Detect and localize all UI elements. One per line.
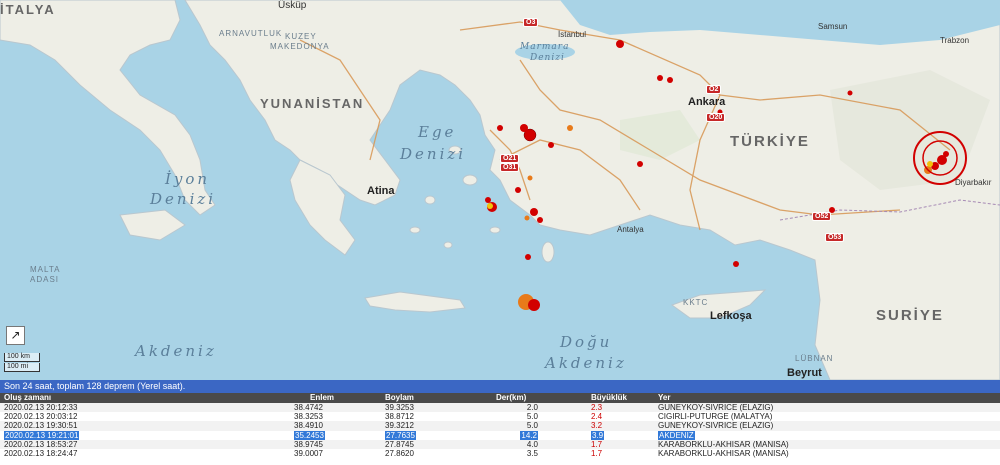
cell-lon: 39.3253 bbox=[385, 403, 414, 412]
malta-label-1: MALTA bbox=[30, 265, 61, 274]
cell-place: AKDENIZ bbox=[658, 430, 695, 441]
table-row[interactable]: 2020.02.13 19:30:51 38.4910 39.3212 5.0 … bbox=[0, 421, 1000, 431]
cell-depth: 5.0 bbox=[526, 412, 538, 422]
sea-label-east-med-1: Doğu bbox=[560, 333, 613, 351]
cell-depth: 5.0 bbox=[526, 421, 538, 431]
cell-time: 2020.02.13 19:30:51 bbox=[4, 421, 78, 431]
column-header-place[interactable]: Yer bbox=[658, 393, 670, 403]
country-label-north-macedonia-2: MAKEDONYA bbox=[270, 42, 330, 51]
cell-depth: 2.0 bbox=[526, 403, 538, 412]
expand-arrow-icon[interactable]: ↗ bbox=[6, 326, 25, 345]
earthquake-map-app: İTALYA YUNANİSTAN TÜRKİYE SURİYE KUZEY M… bbox=[0, 0, 1000, 465]
cell-lat: 38.3253 bbox=[294, 412, 323, 422]
cell-place: CIGIRLI-PUTURGE (MALATYA) bbox=[658, 412, 773, 422]
column-header-depth[interactable]: Der(km) bbox=[496, 393, 526, 403]
cell-place: KARABORKLU-AKHISAR (MANISA) bbox=[658, 439, 789, 449]
cell-place: GUNEYKOY-SIVRICE (ELAZIG) bbox=[658, 421, 774, 431]
scale-mi: 100 mi bbox=[4, 363, 40, 372]
cell-depth: 4.0 bbox=[526, 439, 538, 449]
highway-badge-o31: O31 bbox=[500, 163, 520, 172]
cell-lat: 35.2453 bbox=[294, 430, 325, 441]
cell-depth: 3.5 bbox=[526, 448, 538, 458]
cell-mag: 3.2 bbox=[591, 421, 603, 431]
panel-title: Son 24 saat, toplam 128 deprem (Yerel sa… bbox=[0, 380, 1000, 393]
sea-label-marmara-2: Denizi bbox=[530, 53, 565, 63]
cell-lat: 38.4742 bbox=[294, 403, 323, 412]
city-label-antalya: Antalya bbox=[617, 225, 644, 234]
cell-mag: 2.4 bbox=[591, 412, 603, 422]
cell-place: KARABORKLU-AKHISAR (MANISA) bbox=[658, 448, 789, 458]
cell-lat: 38.9745 bbox=[294, 439, 323, 449]
table-row[interactable]: 2020.02.13 18:24:47 39.0007 27.8620 3.5 … bbox=[0, 449, 1000, 458]
city-label-ankara: Ankara bbox=[688, 96, 726, 108]
cell-time: 2020.02.13 18:24:47 bbox=[4, 448, 78, 458]
sea-label-marmara-1: Marmara bbox=[520, 42, 570, 52]
city-label-diyarbakir: Diyarbakır bbox=[955, 178, 992, 187]
cell-time: 2020.02.13 20:03:12 bbox=[4, 412, 78, 422]
map-view[interactable]: İTALYA YUNANİSTAN TÜRKİYE SURİYE KUZEY M… bbox=[0, 0, 1000, 380]
cell-lat: 38.4910 bbox=[294, 421, 323, 431]
country-label-greece: YUNANİSTAN bbox=[260, 96, 365, 111]
table-header: Oluş zamanı Enlem Boylam Der(km) Büyüklü… bbox=[0, 393, 1000, 403]
cell-mag: 1.7 bbox=[591, 448, 603, 458]
cell-mag: 1.7 bbox=[591, 439, 603, 449]
cell-time: 2020.02.13 18:53:27 bbox=[4, 439, 78, 449]
country-label-syria: SURİYE bbox=[876, 307, 944, 324]
cell-depth: 14.2 bbox=[520, 430, 538, 441]
cell-lat: 39.0007 bbox=[294, 448, 323, 458]
cell-lon: 39.3212 bbox=[385, 421, 414, 431]
cell-time: 2020.02.13 20:12:33 bbox=[4, 403, 78, 412]
cell-place: GUNEYKOY-SIVRICE (ELAZIG) bbox=[658, 403, 774, 412]
highway-badge-o2: O2 bbox=[706, 85, 722, 94]
sea-label-east-med-2: Akdeniz bbox=[545, 354, 627, 372]
country-label-albania: ARNAVUTLUK bbox=[219, 29, 283, 38]
cell-mag: 2.3 bbox=[591, 403, 603, 412]
sea-label-ege-2: Denizi bbox=[400, 145, 467, 163]
table-body: 2020.02.13 20:12:33 38.4742 39.3253 2.0 … bbox=[0, 403, 1000, 458]
earthquake-list-panel: Son 24 saat, toplam 128 deprem (Yerel sa… bbox=[0, 380, 1000, 465]
highway-badge-o21: O21 bbox=[500, 154, 520, 163]
country-label-north-macedonia-1: KUZEY bbox=[285, 32, 317, 41]
cell-lon: 27.8745 bbox=[385, 439, 414, 449]
city-label-uskup: Üsküp bbox=[278, 0, 307, 11]
column-header-time[interactable]: Oluş zamanı bbox=[4, 393, 51, 403]
column-header-lat[interactable]: Enlem bbox=[310, 393, 334, 403]
cell-time: 2020.02.13 19:21:01 bbox=[4, 430, 80, 441]
scale-km: 100 km bbox=[4, 353, 40, 362]
sea-label-ege-1: Ege bbox=[418, 123, 457, 141]
city-label-trabzon: Trabzon bbox=[940, 36, 970, 45]
highway-badge-o3: O3 bbox=[523, 18, 539, 27]
scale-bar: 100 km 100 mi bbox=[4, 353, 40, 373]
column-header-mag[interactable]: Büyüklük bbox=[591, 393, 627, 403]
country-label-kktc: KKTC bbox=[683, 298, 709, 307]
column-header-lon[interactable]: Boylam bbox=[385, 393, 414, 403]
table-row[interactable]: 2020.02.13 20:03:12 38.3253 38.8712 5.0 … bbox=[0, 412, 1000, 421]
sea-label-ionian-1: İyon bbox=[165, 170, 211, 188]
sea-label-mediterranean: Akdeniz bbox=[135, 342, 217, 360]
cell-lon: 38.8712 bbox=[385, 412, 414, 422]
table-row[interactable]: 2020.02.13 18:53:27 38.9745 27.8745 4.0 … bbox=[0, 439, 1000, 449]
city-label-samsun: Samsun bbox=[818, 22, 848, 31]
city-label-lefkosa: Lefkoşa bbox=[710, 310, 752, 322]
highway-badge-o20: O20 bbox=[706, 113, 726, 122]
country-label-italy: İTALYA bbox=[0, 2, 56, 17]
highway-badge-o53: O53 bbox=[825, 233, 845, 242]
table-row-selected[interactable]: 2020.02.13 19:21:01 35.2453 27.7635 14.2… bbox=[0, 430, 1000, 441]
cell-mag: 3.9 bbox=[591, 430, 605, 441]
country-label-turkey: TÜRKİYE bbox=[730, 133, 810, 150]
cell-lon: 27.8620 bbox=[385, 448, 414, 458]
country-label-lebanon: LÜBNAN bbox=[795, 354, 834, 363]
malta-label-2: ADASI bbox=[30, 275, 60, 284]
cell-lon: 27.7635 bbox=[385, 430, 416, 441]
sea-label-ionian-2: Denizi bbox=[150, 190, 217, 208]
table-row[interactable]: 2020.02.13 20:12:33 38.4742 39.3253 2.0 … bbox=[0, 403, 1000, 413]
city-label-beyrut: Beyrut bbox=[787, 367, 822, 379]
highway-badge-o52: O52 bbox=[812, 212, 832, 221]
city-label-istanbul: İstanbul bbox=[558, 30, 587, 39]
city-label-atina: Atina bbox=[367, 185, 395, 197]
